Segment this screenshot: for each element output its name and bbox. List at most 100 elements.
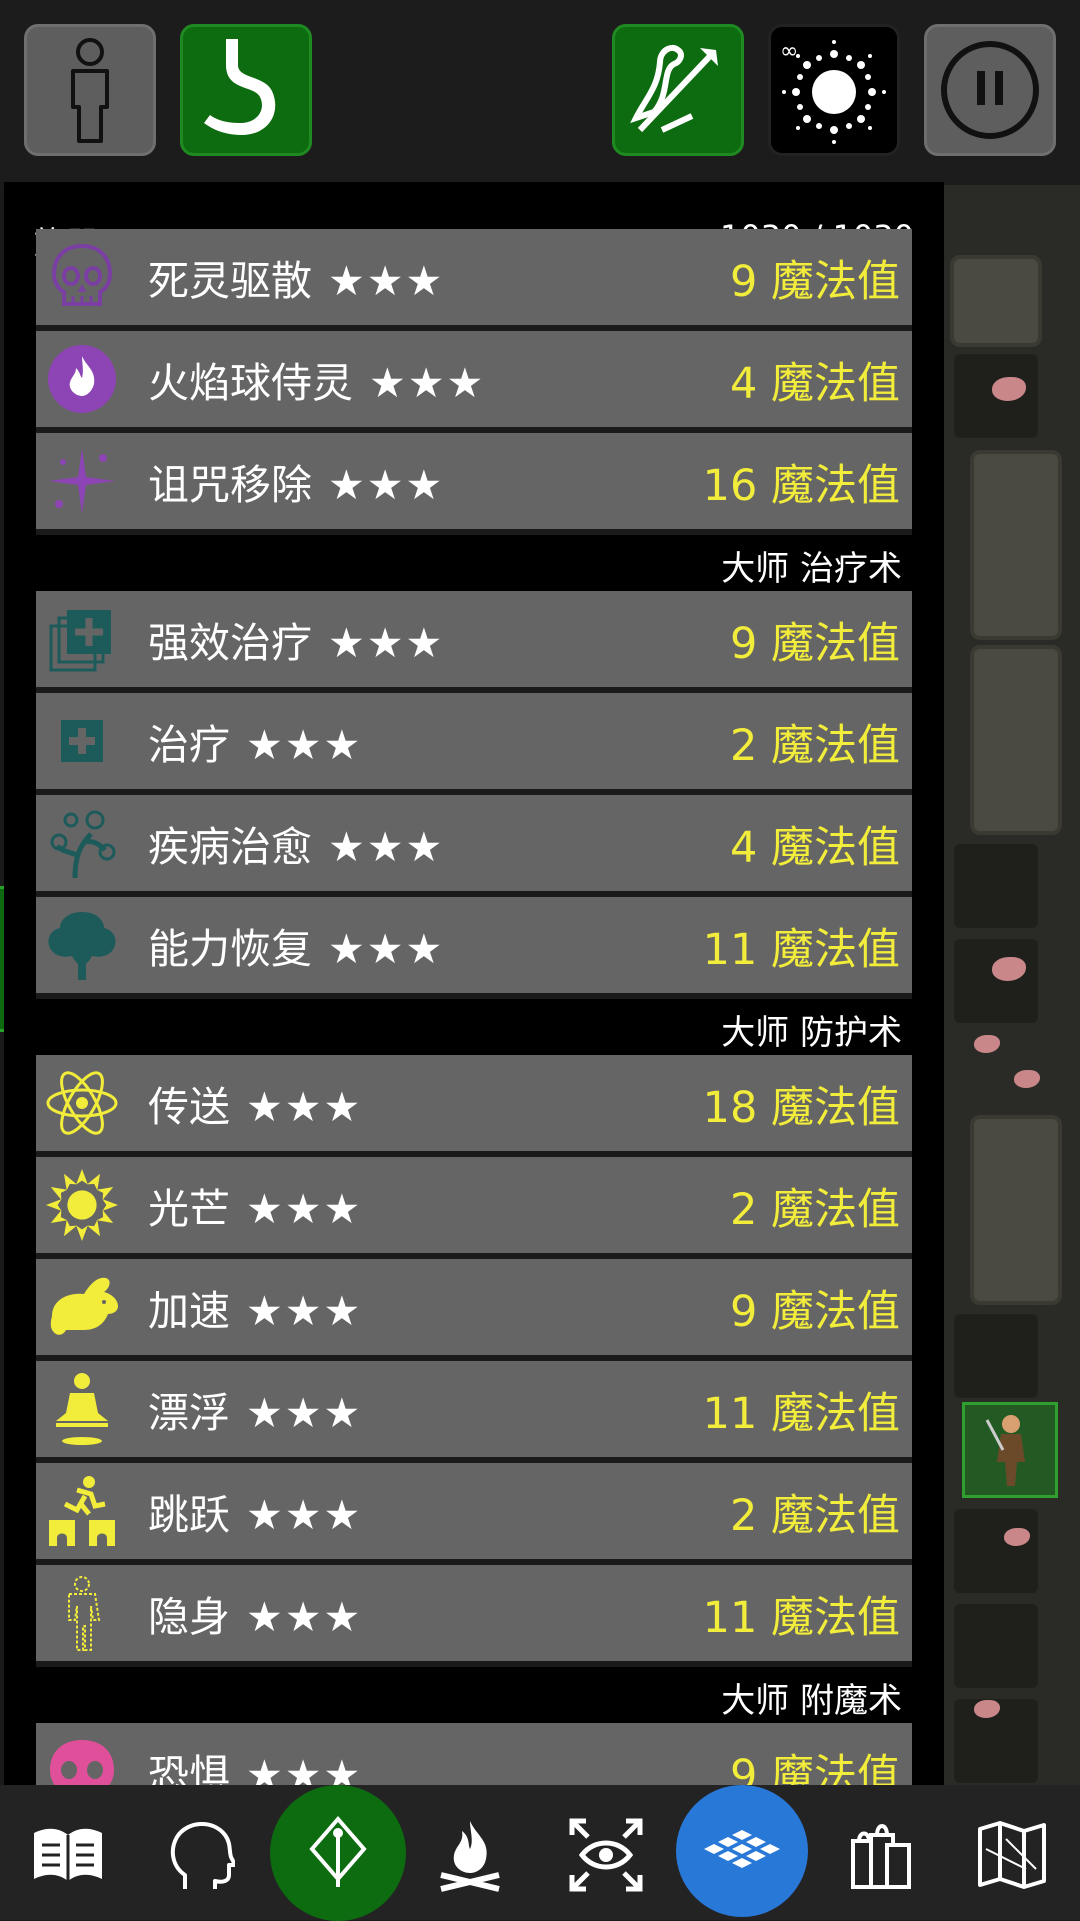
flower-branch-icon xyxy=(44,805,120,881)
sun-icon xyxy=(44,1167,120,1243)
spell-cost: 4 魔法值 xyxy=(729,359,900,409)
spell-row[interactable]: 漂浮 ★★★ 11 魔法值 xyxy=(36,1361,912,1463)
atom-icon xyxy=(44,1065,120,1141)
stomach-icon xyxy=(204,39,276,135)
star-rating: ★★★ xyxy=(328,461,445,509)
magic-button[interactable]: ∞ xyxy=(768,24,900,156)
grid-tiles-icon xyxy=(704,1830,780,1868)
ranged-button[interactable] xyxy=(612,24,744,156)
sparkle-icon xyxy=(44,443,120,519)
section-header: 大师 治疗术 xyxy=(36,535,916,591)
infinity-burst-icon: ∞ xyxy=(780,39,886,144)
spell-name: 传送 ★★★ xyxy=(148,1073,362,1133)
folded-map-icon xyxy=(978,1821,1046,1889)
bottom-toolbar xyxy=(0,1785,1080,1921)
hunger-button[interactable] xyxy=(180,24,312,156)
spell-row[interactable]: 诅咒移除 ★★★ 16 魔法值 xyxy=(36,433,912,535)
spell-name-text: 火焰球侍灵 xyxy=(148,359,353,407)
spell-row[interactable]: 恐惧 ★★★ 9 魔法值 xyxy=(36,1723,912,1785)
rabbit-icon xyxy=(44,1269,120,1345)
spell-name-text: 强效治疗 xyxy=(148,619,312,667)
spell-row[interactable]: 隐身 ★★★ 11 魔法值 xyxy=(36,1565,912,1667)
section-header: 大师 防护术 xyxy=(36,999,916,1055)
pause-icon xyxy=(941,41,1039,139)
stacked-heal-icon xyxy=(44,601,120,677)
spell-row[interactable]: 疾病治愈 ★★★ 4 魔法值 xyxy=(36,795,912,897)
spell-cost: 18 魔法值 xyxy=(702,1083,900,1133)
spell-name-text: 隐身 xyxy=(148,1593,230,1641)
spell-name-text: 治疗 xyxy=(148,721,230,769)
spell-name: 死灵驱散 ★★★ xyxy=(148,247,444,307)
rock-pile xyxy=(974,1035,1000,1053)
spell-name: 漂浮 ★★★ xyxy=(148,1379,362,1439)
spell-row[interactable]: 加速 ★★★ 9 魔法值 xyxy=(36,1259,912,1361)
look-button[interactable] xyxy=(556,1805,656,1905)
spell-cost: 2 魔法值 xyxy=(729,721,900,771)
dungeon-map[interactable] xyxy=(940,185,1080,1785)
star-rating: ★★★ xyxy=(246,1287,363,1335)
spell-row[interactable]: 传送 ★★★ 18 魔法值 xyxy=(36,1055,912,1157)
cast-button[interactable] xyxy=(270,1785,406,1921)
spell-name-text: 死灵驱散 xyxy=(148,257,312,305)
character-button[interactable] xyxy=(24,24,156,156)
star-rating: ★★★ xyxy=(246,1185,363,1233)
section-title: 大师 防护术 xyxy=(721,1013,902,1053)
spell-cost: 16 魔法值 xyxy=(702,461,900,511)
spell-list: 死灵驱散 ★★★ 9 魔法值 火焰球侍灵 ★★★ 4 魔法值 诅咒移除 ★★★ 16 魔法值 大师… xyxy=(36,229,916,1785)
tiles-button[interactable] xyxy=(676,1785,808,1917)
medical-cross-icon xyxy=(44,703,120,779)
talk-button[interactable] xyxy=(150,1805,250,1905)
spell-name: 加速 ★★★ xyxy=(148,1277,362,1337)
section-title: 大师 治疗术 xyxy=(721,549,902,589)
spell-row[interactable]: 死灵驱散 ★★★ 9 魔法值 xyxy=(36,229,912,331)
star-rating: ★★★ xyxy=(246,1083,363,1131)
spell-cost: 2 魔法值 xyxy=(729,1185,900,1235)
spell-name: 诅咒移除 ★★★ xyxy=(148,451,444,511)
spell-cost: 9 魔法值 xyxy=(729,257,900,307)
journal-button[interactable] xyxy=(18,1805,118,1905)
spell-cost: 11 魔法值 xyxy=(702,1389,900,1439)
spell-name: 治疗 ★★★ xyxy=(148,711,362,771)
spell-cost: 9 魔法值 xyxy=(729,619,900,669)
spell-name-text: 光芒 xyxy=(148,1185,230,1233)
spell-row[interactable]: 强效治疗 ★★★ 9 魔法值 xyxy=(36,591,912,693)
inventory-button[interactable] xyxy=(830,1805,930,1905)
spell-row[interactable]: 光芒 ★★★ 2 魔法值 xyxy=(36,1157,912,1259)
spell-cost: 11 魔法值 xyxy=(702,1593,900,1643)
star-rating: ★★★ xyxy=(328,257,445,305)
star-rating: ★★★ xyxy=(246,721,363,769)
spell-name-text: 漂浮 xyxy=(148,1389,230,1437)
spell-row[interactable]: 跳跃 ★★★ 2 魔法值 xyxy=(36,1463,912,1565)
spell-name-text: 疾病治愈 xyxy=(148,823,312,871)
person-icon xyxy=(71,38,109,143)
staff-diamond-icon xyxy=(309,1815,367,1887)
map-button[interactable] xyxy=(962,1805,1062,1905)
star-rating: ★★★ xyxy=(246,1491,363,1539)
section-header: 大师 附魔术 xyxy=(36,1667,916,1723)
spell-name-text: 传送 xyxy=(148,1083,230,1131)
top-toolbar: ∞ xyxy=(0,0,1080,185)
rock-pile xyxy=(1014,1070,1040,1088)
spell-cost: 4 魔法值 xyxy=(729,823,900,873)
eye-target-icon xyxy=(569,1818,643,1892)
spell-row[interactable]: 火焰球侍灵 ★★★ 4 魔法值 xyxy=(36,331,912,433)
spell-row[interactable]: 能力恢复 ★★★ 11 魔法值 xyxy=(36,897,912,999)
spell-cost: 11 魔法值 xyxy=(702,925,900,975)
bags-icon xyxy=(851,1824,911,1889)
spell-row[interactable]: 治疗 ★★★ 2 魔法值 xyxy=(36,693,912,795)
star-rating: ★★★ xyxy=(328,925,445,973)
spell-name: 能力恢复 ★★★ xyxy=(148,915,444,975)
invisible-person-icon xyxy=(44,1575,120,1651)
player-character[interactable] xyxy=(962,1402,1058,1498)
rest-button[interactable] xyxy=(420,1805,520,1905)
pause-button[interactable] xyxy=(924,24,1056,156)
spell-name-text: 能力恢复 xyxy=(148,925,312,973)
jump-icon xyxy=(44,1473,120,1549)
spell-cost: 9 魔法值 xyxy=(729,1287,900,1337)
spell-name: 疾病治愈 ★★★ xyxy=(148,813,444,873)
infinity-badge: ∞ xyxy=(780,39,798,64)
spell-name-text: 诅咒移除 xyxy=(148,461,312,509)
star-rating: ★★★ xyxy=(369,359,486,407)
spell-name-text: 跳跃 xyxy=(148,1491,230,1539)
spell-name-text: 加速 xyxy=(148,1287,230,1335)
